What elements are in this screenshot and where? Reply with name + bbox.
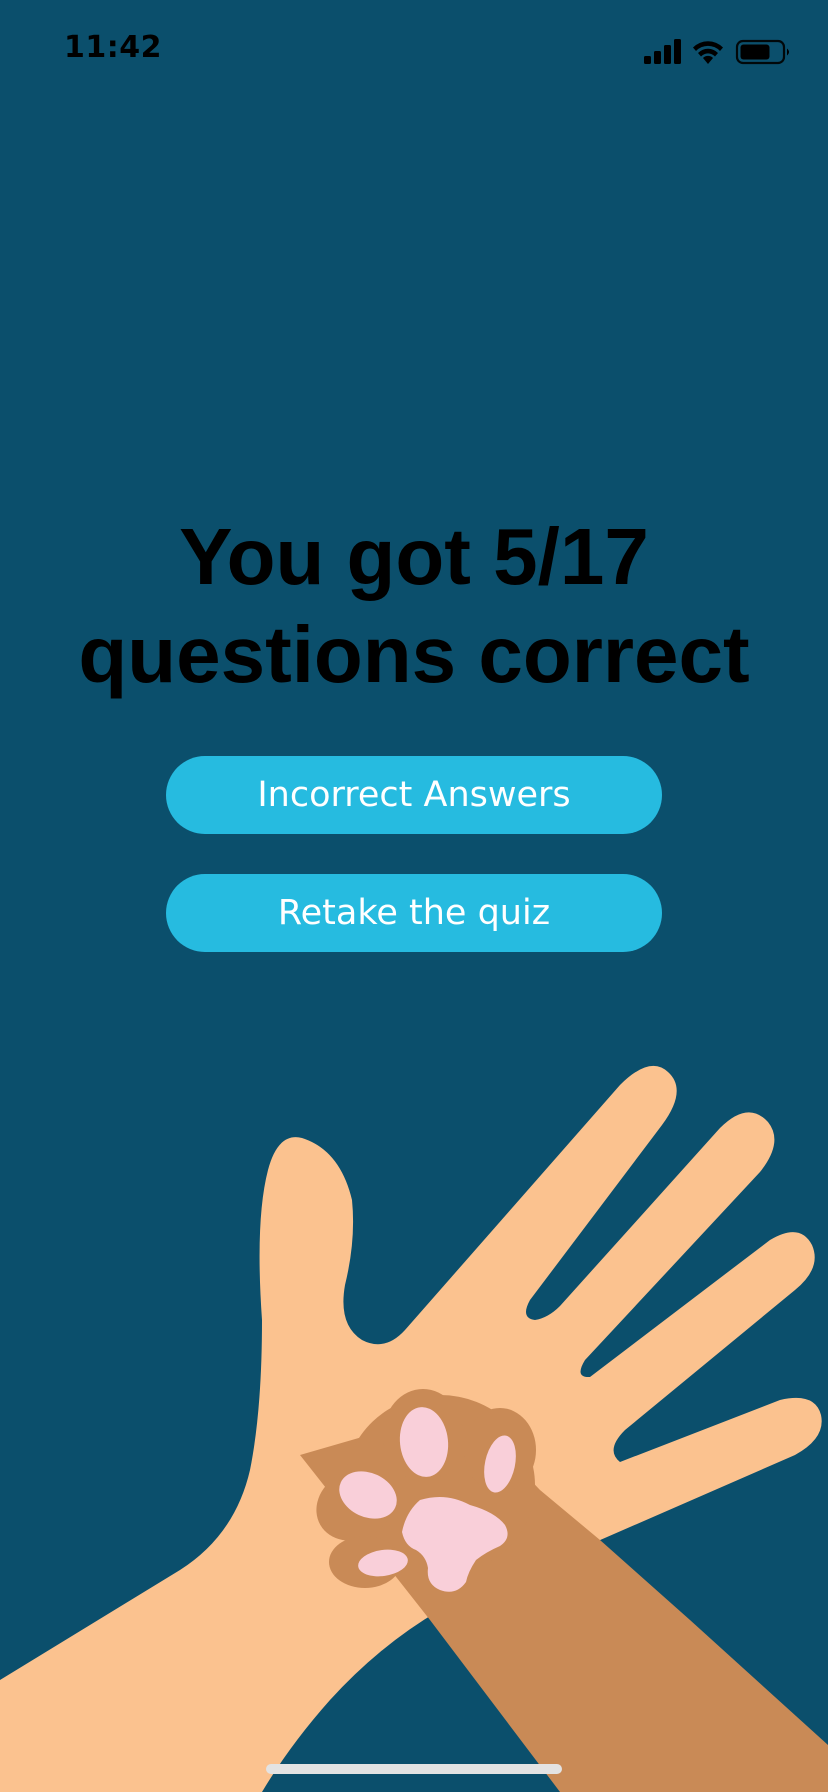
hand-with-cat-paw-illustration (0, 1065, 828, 1792)
quiz-result-screen: 11:42 You got 5/17 questions correct Inc… (0, 0, 828, 1792)
battery-icon (735, 39, 789, 65)
result-line-score: You got 5/17 (179, 512, 649, 601)
home-indicator[interactable] (266, 1764, 562, 1774)
incorrect-answers-button[interactable]: Incorrect Answers (166, 756, 662, 834)
retake-quiz-button[interactable]: Retake the quiz (166, 874, 662, 952)
result-title: You got 5/17 questions correct (40, 508, 788, 704)
cellular-signal-icon (644, 39, 681, 64)
wifi-icon (693, 41, 723, 64)
status-bar: 11:42 (0, 0, 828, 100)
status-icons (644, 39, 789, 65)
status-time: 11:42 (64, 30, 162, 65)
result-line-text: questions correct (78, 610, 750, 699)
